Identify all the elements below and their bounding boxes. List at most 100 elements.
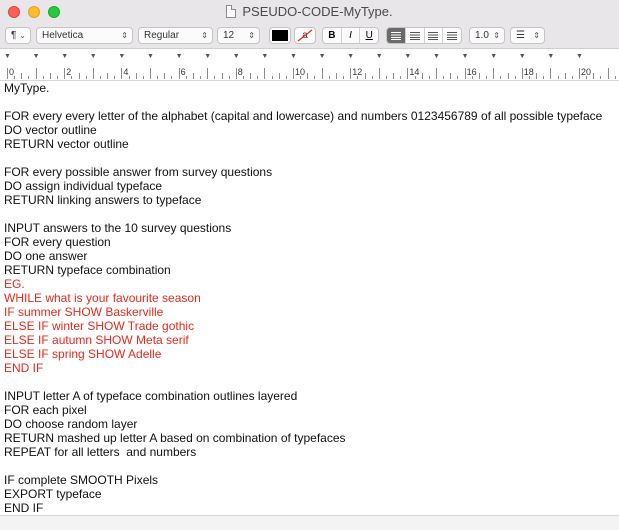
bold-button[interactable]: B bbox=[323, 28, 342, 43]
align-right-button[interactable] bbox=[425, 28, 444, 43]
ruler-tick bbox=[157, 76, 159, 79]
ruler-tick bbox=[557, 76, 559, 79]
ruler-tick bbox=[242, 76, 244, 79]
ruler-tick bbox=[228, 76, 230, 79]
ruler-tick bbox=[107, 73, 109, 79]
ruler-tick bbox=[428, 76, 430, 79]
text-line: DO choose random layer bbox=[4, 417, 138, 431]
tab-stop-marker[interactable]: ▼ bbox=[576, 53, 583, 60]
justify-button[interactable] bbox=[443, 28, 461, 43]
text-line: WHILE what is your favourite season bbox=[4, 291, 201, 305]
typeface-popup[interactable]: Regular ⇕ bbox=[138, 27, 213, 44]
title-bar[interactable]: PSEUDO-CODE-MyType. bbox=[0, 0, 619, 24]
window-title-text: PSEUDO-CODE-MyType. bbox=[242, 4, 393, 19]
list-bullets-menu[interactable]: ☰ ⇕ bbox=[510, 27, 545, 44]
up-down-chevron-icon: ⇕ bbox=[533, 31, 540, 40]
ruler-tick bbox=[335, 73, 337, 79]
ruler-tick bbox=[135, 73, 137, 79]
ruler-tick bbox=[579, 68, 580, 79]
tab-stop-marker[interactable]: ▼ bbox=[547, 53, 554, 60]
tab-stop-marker[interactable]: ▼ bbox=[61, 53, 68, 60]
ruler-tick bbox=[200, 76, 202, 79]
paragraph-style-label: ¶ bbox=[11, 30, 17, 41]
text-line: IF summer SHOW Baskerville bbox=[4, 305, 164, 319]
tab-stop-marker[interactable]: ▼ bbox=[319, 53, 326, 60]
text-line: IF complete SMOOTH Pixels bbox=[4, 473, 159, 487]
align-left-button[interactable] bbox=[387, 28, 406, 43]
ruler-label: 4 bbox=[123, 67, 129, 77]
alignment-group bbox=[386, 27, 462, 44]
ruler-tick bbox=[378, 68, 380, 79]
text-color-well[interactable] bbox=[269, 27, 291, 44]
text-line: FOR each pixel bbox=[4, 403, 87, 417]
ruler-tick bbox=[235, 68, 237, 79]
ruler-tick bbox=[49, 73, 51, 79]
font-size-combo[interactable]: 12 ⇕ bbox=[217, 27, 260, 44]
tab-stop-marker[interactable]: ▼ bbox=[404, 53, 411, 60]
tab-stop-marker[interactable]: ▼ bbox=[4, 53, 11, 60]
ruler-tick bbox=[7, 68, 8, 79]
tab-stop-marker[interactable]: ▼ bbox=[347, 53, 354, 60]
font-family-popup[interactable]: Helvetica ⇕ bbox=[36, 27, 133, 44]
ruler-label: 10 bbox=[295, 67, 306, 77]
tab-stop-marker[interactable]: ▼ bbox=[233, 53, 240, 60]
tab-stop-marker[interactable]: ▼ bbox=[462, 53, 469, 60]
ruler-tick bbox=[364, 73, 366, 79]
tab-stop-marker[interactable]: ▼ bbox=[261, 53, 268, 60]
underline-button[interactable]: U bbox=[360, 28, 378, 43]
ruler-tick bbox=[493, 68, 495, 79]
paragraph-style-menu[interactable]: ¶ ⌄ bbox=[5, 27, 31, 44]
ruler-tick bbox=[486, 76, 488, 79]
ruler-tick bbox=[314, 76, 316, 79]
ruler-label: 12 bbox=[352, 67, 363, 77]
ruler-tick bbox=[350, 68, 352, 79]
horizontal-scroll-area[interactable] bbox=[0, 515, 619, 530]
tab-stop-marker[interactable]: ▼ bbox=[118, 53, 125, 60]
tab-stop-marker[interactable]: ▼ bbox=[90, 53, 97, 60]
ruler-tick bbox=[171, 76, 173, 79]
ruler-tick bbox=[293, 68, 294, 79]
ruler-tick bbox=[457, 76, 459, 79]
ruler-label: 14 bbox=[409, 67, 420, 77]
ruler-tick bbox=[464, 68, 466, 79]
align-center-button[interactable] bbox=[406, 28, 425, 43]
tab-stop-marker[interactable]: ▼ bbox=[204, 53, 211, 60]
tab-stop-marker[interactable]: ▼ bbox=[490, 53, 497, 60]
tab-stop-marker[interactable]: ▼ bbox=[519, 53, 526, 60]
ruler-label: 16 bbox=[466, 67, 477, 77]
tab-stop-marker[interactable]: ▼ bbox=[33, 53, 40, 60]
italic-button[interactable]: I bbox=[342, 28, 361, 43]
ruler-tick bbox=[92, 68, 94, 79]
highlight-color-well[interactable]: a bbox=[294, 27, 316, 44]
tab-stop-marker[interactable]: ▼ bbox=[433, 53, 440, 60]
up-down-chevron-icon: ⇕ bbox=[201, 31, 208, 40]
ruler-tick bbox=[264, 68, 266, 79]
up-down-chevron-icon: ⇕ bbox=[248, 31, 255, 40]
text-line: RETURN typeface combination bbox=[4, 263, 171, 277]
textedit-window: PSEUDO-CODE-MyType. ¶ ⌄ Helvetica ⇕ Regu… bbox=[0, 0, 619, 530]
ruler-tick bbox=[543, 76, 545, 79]
document-text-area[interactable]: MyType. FOR every every letter of the alp… bbox=[0, 81, 619, 517]
document-icon bbox=[226, 5, 237, 18]
text-line: RETURN vector outline bbox=[4, 137, 129, 151]
ruler-scale: 0 2 4 6 8 10 12 14 16 18 20 bbox=[0, 67, 619, 79]
tab-stop-marker[interactable]: ▼ bbox=[290, 53, 297, 60]
ruler-tick bbox=[150, 68, 151, 79]
text-line: DO assign individual typeface bbox=[4, 179, 163, 193]
up-down-chevron-icon: ⇕ bbox=[121, 31, 128, 40]
ruler[interactable]: ▼ ▼ ▼ ▼ ▼ ▼ ▼ ▼ ▼ ▼ ▼ ▼ ▼ ▼ ▼ ▼ ▼ ▼ ▼ ▼ ▼ 0 2 4 6 8 10 12 14 16 18 20 bbox=[0, 49, 619, 81]
ruler-tick bbox=[14, 76, 16, 79]
ruler-tick bbox=[450, 73, 452, 79]
text-line: INPUT answers to the 10 survey questions bbox=[4, 221, 232, 235]
font-size-value: 12 bbox=[223, 30, 235, 41]
ruler-tick bbox=[321, 68, 323, 79]
tab-stop-marker[interactable]: ▼ bbox=[147, 53, 154, 60]
text-line: INPUT letter A of typeface combination o… bbox=[4, 389, 298, 403]
ruler-tick bbox=[64, 68, 66, 79]
ruler-tick bbox=[385, 76, 387, 79]
ruler-tick bbox=[207, 68, 209, 79]
tab-stop-marker[interactable]: ▼ bbox=[176, 53, 183, 60]
line-spacing-menu[interactable]: 1.0 ⇕ bbox=[469, 27, 505, 44]
align-right-icon bbox=[428, 31, 439, 40]
tab-stop-marker[interactable]: ▼ bbox=[376, 53, 383, 60]
